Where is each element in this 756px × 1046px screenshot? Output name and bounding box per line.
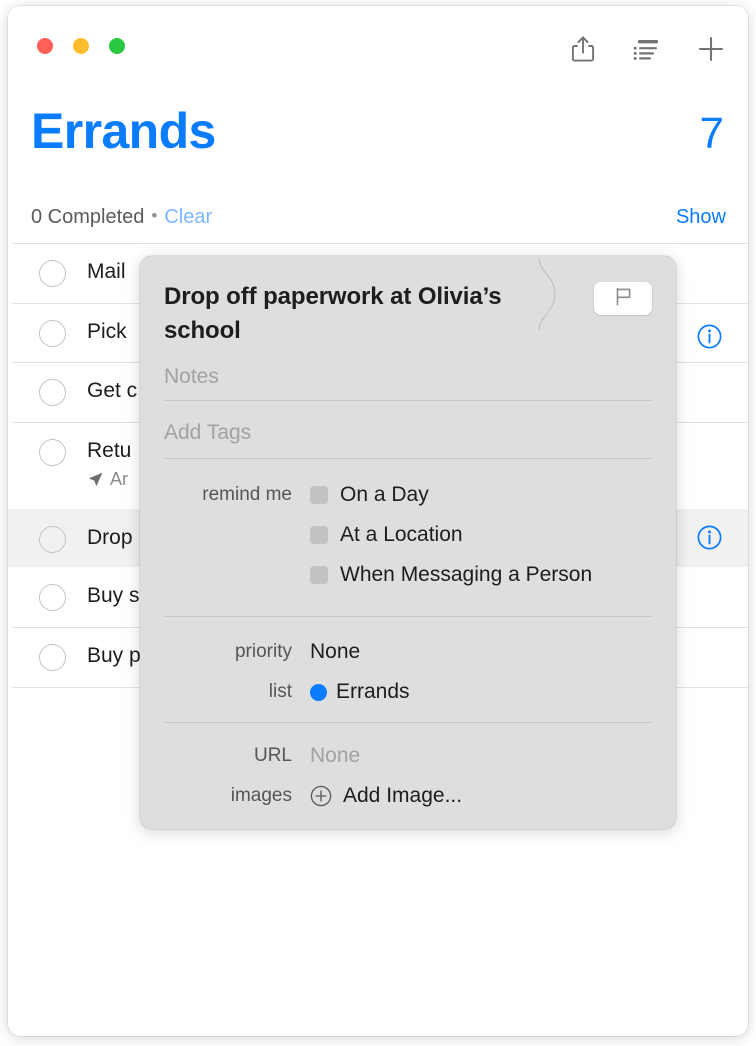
reminder-location-text: Ar: [110, 469, 128, 489]
toolbar: [568, 32, 726, 66]
priority-row[interactable]: priority None: [140, 632, 676, 672]
notes-input[interactable]: Notes: [164, 364, 652, 390]
show-completed-button[interactable]: Show: [676, 206, 726, 229]
remind-me-label: remind me: [202, 484, 292, 505]
popover-title-row: Drop off paperwork at Olivia’s school: [164, 280, 652, 348]
maximize-window-button[interactable]: [109, 38, 125, 54]
sort-list-button[interactable]: [632, 32, 662, 66]
priority-value[interactable]: None: [310, 640, 360, 664]
flag-button[interactable]: [594, 282, 652, 315]
reminder-detail-popover: Drop off paperwork at Olivia’s school No…: [140, 256, 676, 829]
add-image-label: Add Image...: [343, 784, 463, 807]
complete-checkbox[interactable]: [39, 644, 66, 671]
remind-me-group: remind me On a Day At a Location When Me…: [140, 475, 676, 595]
complete-checkbox[interactable]: [39, 439, 66, 466]
complete-checkbox[interactable]: [39, 320, 66, 347]
reminder-info-button[interactable]: [697, 525, 722, 550]
reminders-window: Errands 7 0 Completed•Clear Show Mail: [8, 6, 748, 1036]
complete-checkbox[interactable]: [39, 260, 66, 287]
page-title: Errands: [31, 103, 216, 159]
media-group: URL None images Add Image...: [140, 736, 676, 816]
location-arrow-icon: [87, 471, 104, 488]
images-label: images: [230, 785, 292, 806]
minimize-window-button[interactable]: [73, 38, 89, 54]
clear-completed-button[interactable]: Clear: [164, 206, 212, 228]
info-icon: [697, 525, 722, 554]
share-icon: [571, 35, 595, 63]
remind-me-when-messaging-row[interactable]: When Messaging a Person: [140, 555, 676, 595]
remind-me-at-a-location-row[interactable]: At a Location: [140, 515, 676, 555]
remind-me-divider: [164, 616, 652, 617]
add-image-button[interactable]: Add Image...: [310, 784, 462, 808]
when-messaging-checkbox[interactable]: [310, 566, 328, 584]
at-a-location-checkbox[interactable]: [310, 526, 328, 544]
popover-title[interactable]: Drop off paperwork at Olivia’s school: [164, 280, 564, 348]
url-row[interactable]: URL None: [140, 736, 676, 776]
url-label: URL: [253, 745, 292, 766]
info-icon: [697, 324, 722, 353]
share-button[interactable]: [568, 32, 598, 66]
row-separator: [12, 243, 748, 244]
window-titlebar: [8, 6, 748, 90]
reminder-count: 7: [699, 109, 724, 158]
traffic-light-buttons: [37, 38, 125, 54]
list-value: Errands: [336, 680, 410, 703]
add-reminder-button[interactable]: [696, 32, 726, 66]
reminder-info-button[interactable]: [697, 324, 722, 349]
list-row[interactable]: list Errands: [140, 672, 676, 712]
on-a-day-label: On a Day: [340, 483, 429, 506]
summary-separator: •: [151, 206, 158, 225]
attributes-group: priority None list Errands: [140, 632, 676, 712]
url-value[interactable]: None: [310, 744, 360, 768]
close-window-button[interactable]: [37, 38, 53, 54]
completed-summary: 0 Completed • Clear: [31, 206, 212, 229]
remind-me-on-a-day-row[interactable]: remind me On a Day: [140, 475, 676, 515]
on-a-day-checkbox[interactable]: [310, 486, 328, 504]
attributes-divider: [164, 722, 652, 723]
list-header: Errands 7 0 Completed • Clear Show: [8, 90, 748, 240]
notes-divider: [164, 400, 652, 401]
when-messaging-label: When Messaging a Person: [340, 563, 593, 586]
images-row[interactable]: images Add Image...: [140, 776, 676, 816]
complete-checkbox[interactable]: [39, 526, 66, 553]
tags-divider: [164, 458, 652, 459]
priority-label: priority: [234, 641, 292, 662]
completed-count-label: 0 Completed: [31, 206, 145, 228]
flag-icon: [613, 286, 634, 312]
list-color-dot: [310, 683, 327, 701]
app-root: Errands 7 0 Completed•Clear Show Mail: [0, 0, 756, 1046]
plus-circle-icon: [310, 785, 332, 807]
list-label: list: [268, 681, 292, 702]
complete-checkbox[interactable]: [39, 379, 66, 406]
add-icon: [697, 35, 725, 63]
at-a-location-label: At a Location: [340, 523, 463, 546]
complete-checkbox[interactable]: [39, 584, 66, 611]
tags-input[interactable]: Add Tags: [164, 420, 652, 446]
sort-list-icon: [633, 37, 661, 61]
